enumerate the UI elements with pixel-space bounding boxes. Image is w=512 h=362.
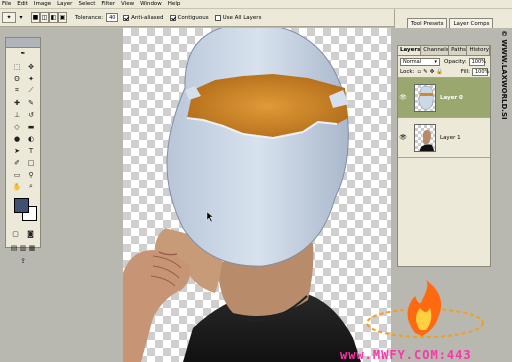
layer-1-thumbnail — [414, 123, 436, 152]
eraser-tool-icon[interactable]: ◇ — [11, 121, 23, 132]
layer-name[interactable]: Layer 1 — [440, 135, 461, 141]
intersect-selection-button[interactable]: ▣ — [58, 12, 67, 23]
anti-aliased-checkbox[interactable] — [123, 14, 130, 21]
lock-fill-row: Lock: ▫✎✥🔒 Fill: 100% — [398, 67, 490, 78]
layer-row-layer-0[interactable]: 👁 Layer 0 — [398, 78, 490, 118]
chevron-down-icon: ▾ — [434, 58, 437, 65]
menu-view[interactable]: View — [121, 1, 134, 7]
layer-name[interactable]: Layer 0 — [440, 95, 463, 101]
menu-help[interactable]: Help — [168, 1, 181, 7]
marquee-tool-icon[interactable]: ⬚ — [11, 61, 23, 72]
contiguous-checkbox[interactable] — [169, 14, 176, 21]
brush-tool-icon[interactable]: ✎ — [25, 97, 37, 108]
zoom-tool-icon[interactable]: ⌕ — [25, 181, 37, 192]
layers-panel-tabs: Layers Channels Paths History — [398, 46, 491, 56]
hand-tool-icon[interactable]: ✋ — [11, 181, 23, 192]
quick-mask-icon[interactable]: ◙ — [25, 228, 37, 239]
fill-label: Fill: — [460, 69, 470, 75]
screen-mode-full-icon[interactable]: ▦ — [28, 242, 36, 253]
artwork — [123, 28, 361, 362]
egg-shell-shape — [166, 28, 349, 267]
flame-logo-icon — [366, 280, 484, 338]
slice-tool-icon[interactable]: ⟋ — [25, 85, 37, 96]
tab-tool-presets[interactable]: Tool Presets — [407, 18, 448, 28]
history-brush-icon[interactable]: ↺ — [25, 109, 37, 120]
toolbox-header[interactable] — [6, 38, 40, 48]
crop-tool-icon[interactable]: ⌗ — [11, 85, 23, 96]
menu-select[interactable]: Select — [78, 1, 95, 7]
color-swatches — [6, 196, 40, 226]
tab-paths[interactable]: Paths — [449, 46, 468, 55]
feather-icon[interactable]: ✒ — [6, 48, 40, 59]
type-tool-icon[interactable]: T — [25, 145, 37, 156]
anti-aliased-option[interactable]: Anti-aliased — [123, 14, 164, 21]
move-tool-icon[interactable]: ✥ — [25, 61, 37, 72]
eyedropper-tool-icon[interactable]: ⚲ — [25, 169, 37, 180]
screen-mode-menu-icon[interactable]: ▥ — [19, 242, 27, 253]
standard-mode-icon[interactable]: ▢ — [10, 228, 22, 239]
stamp-tool-icon[interactable]: ⊥ — [11, 109, 23, 120]
notes-tool-icon[interactable]: ▭ — [11, 169, 23, 180]
menu-layer[interactable]: Layer — [57, 1, 72, 7]
chevron-down-icon[interactable]: ▾ — [17, 12, 25, 23]
imageready-jump-icon[interactable]: ⇪ — [17, 255, 29, 266]
opacity-input[interactable]: 100% — [468, 57, 486, 66]
add-selection-button[interactable]: ◫ — [40, 12, 49, 23]
blend-opacity-row: Normal ▾ Opacity: 100% — [398, 56, 490, 67]
panel-well: Tool Presets Layer Comps — [394, 9, 512, 28]
contiguous-option[interactable]: Contiguous — [169, 14, 209, 21]
foreground-color-swatch[interactable] — [14, 198, 29, 213]
menu-bar: File Edit Image Layer Select Filter View… — [0, 0, 512, 9]
fill-input[interactable]: 100% — [472, 68, 489, 76]
blend-mode-select[interactable]: Normal ▾ — [400, 57, 440, 66]
side-watermark: © WWW.LAXWORLD.SI — [500, 30, 508, 120]
tolerance-input[interactable]: 40 — [106, 13, 119, 22]
screen-mode-standard-icon[interactable]: ▤ — [10, 242, 18, 253]
pen-tool-icon[interactable]: ✐ — [11, 157, 23, 168]
layer-row-layer-1[interactable]: 👁 Layer 1 — [398, 118, 490, 158]
magic-wand-tool-preset-button[interactable]: ✦ — [2, 12, 16, 23]
toolbox: ✒ ⬚ ✥ ʘ ✦ ⌗ ⟋ ✚ ✎ ⊥ ↺ ◇ ▬ ● ◐ ➤ T ✐ □ ▭ … — [5, 37, 41, 265]
tool-grid: ⬚ ✥ ʘ ✦ ⌗ ⟋ ✚ ✎ ⊥ ↺ ◇ ▬ ● ◐ ➤ T ✐ □ ▭ ⚲ … — [6, 59, 40, 194]
new-selection-button[interactable]: ■ — [31, 12, 40, 23]
subtract-selection-button[interactable]: ◧ — [49, 12, 58, 23]
layer-0-thumbnail — [414, 83, 436, 112]
menu-filter[interactable]: Filter — [101, 1, 115, 7]
tab-layer-comps[interactable]: Layer Comps — [449, 18, 494, 28]
menu-file[interactable]: File — [2, 1, 11, 7]
path-select-icon[interactable]: ➤ — [11, 145, 23, 156]
tolerance-label: Tolerance: — [75, 14, 104, 21]
blur-tool-icon[interactable]: ● — [11, 133, 23, 144]
eye-icon[interactable]: 👁 — [398, 134, 408, 141]
magic-wand-icon: ✦ — [6, 14, 12, 21]
magic-wand-tool-icon[interactable]: ✦ — [25, 73, 37, 84]
use-all-layers-checkbox[interactable] — [214, 14, 221, 21]
bottom-watermark: www.MWFY.COM:443 — [340, 348, 472, 362]
tab-layers[interactable]: Layers — [398, 46, 422, 55]
menu-window[interactable]: Window — [140, 1, 162, 7]
gradient-tool-icon[interactable]: ▬ — [25, 121, 37, 132]
use-all-layers-option[interactable]: Use All Layers — [214, 14, 261, 21]
opacity-label: Opacity: — [444, 58, 467, 65]
lock-icons[interactable]: ▫✎✥🔒 — [417, 69, 445, 75]
lock-label: Lock: — [400, 69, 415, 75]
dodge-tool-icon[interactable]: ◐ — [25, 133, 37, 144]
shape-tool-icon[interactable]: □ — [25, 157, 37, 168]
healing-brush-icon[interactable]: ✚ — [11, 97, 23, 108]
eye-icon[interactable]: 👁 — [398, 94, 408, 101]
lasso-tool-icon[interactable]: ʘ — [11, 73, 23, 84]
menu-image[interactable]: Image — [34, 1, 51, 7]
layers-panel: Layers Channels Paths History Normal ▾ Op… — [397, 45, 491, 267]
document-canvas[interactable] — [123, 28, 391, 362]
menu-edit[interactable]: Edit — [17, 1, 28, 7]
tab-history[interactable]: History — [467, 46, 491, 55]
tab-channels[interactable]: Channels — [421, 46, 450, 55]
